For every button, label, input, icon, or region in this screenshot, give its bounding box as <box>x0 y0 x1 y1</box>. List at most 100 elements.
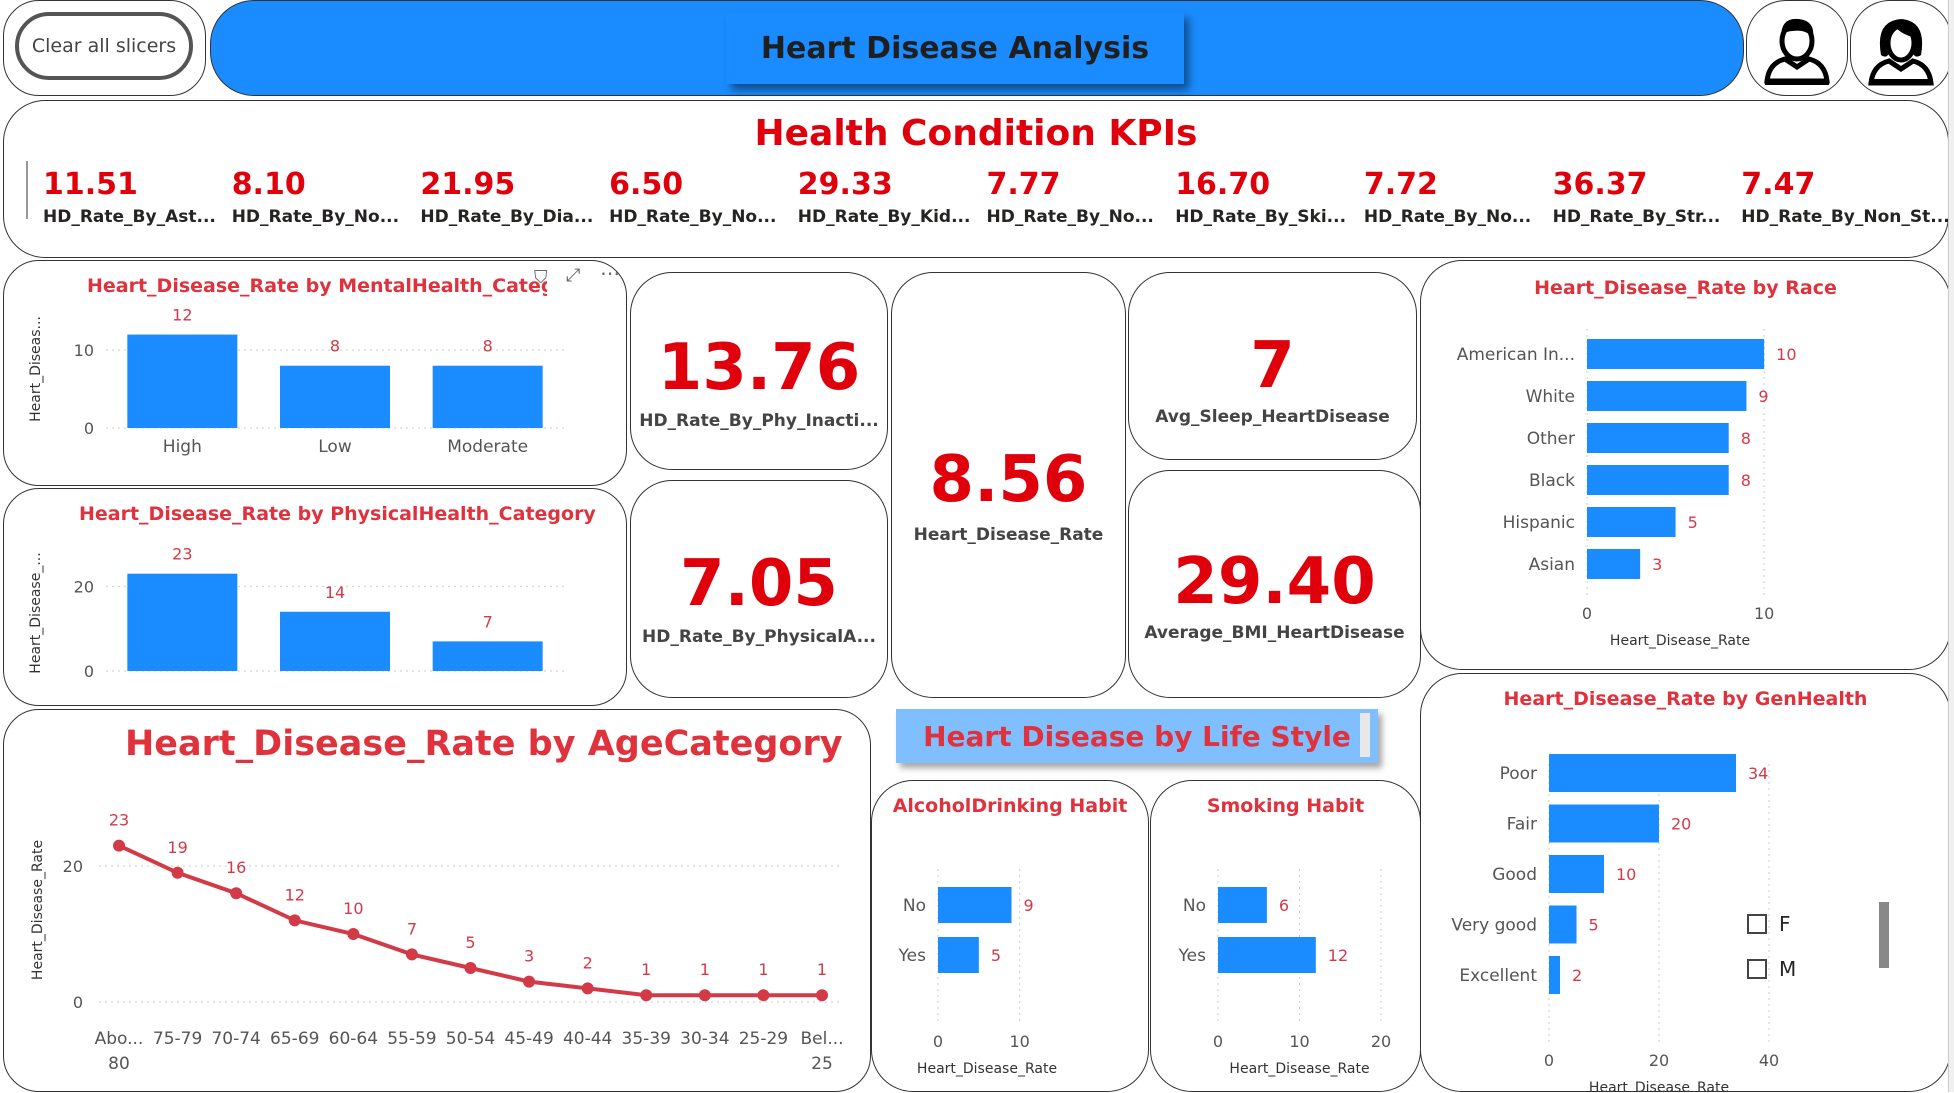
data-label: 12 <box>1328 946 1348 965</box>
race-bar-chart: 0 10 10 American In... 9 White 8 Other 8 Black 5 Hi… <box>1457 329 1797 649</box>
y-tick-label: 0 <box>84 419 94 438</box>
physical-health-chart-card: Heart_Disease_Rate by PhysicalHealth_Cat… <box>3 488 627 706</box>
bar <box>280 611 390 671</box>
bar <box>1587 423 1729 453</box>
x-tick-label: 55-59 <box>387 1029 436 1049</box>
x-tick-label: Low <box>318 437 352 457</box>
kpi-value: 7.47 <box>1741 167 1816 202</box>
x-tick-label: 10 <box>1009 1032 1029 1051</box>
data-label: 1 <box>700 960 710 979</box>
kpi-divider <box>26 161 28 219</box>
card-label: HD_Rate_By_Phy_Inacti... <box>639 411 879 431</box>
male-avatar-icon <box>1764 18 1830 85</box>
kpi-value: 6.50 <box>609 167 684 202</box>
kpi-value: 8.10 <box>231 167 306 202</box>
bar <box>127 334 238 428</box>
kpi-strip-title: Health Condition KPIs <box>754 113 1198 154</box>
card-value: 29.40 <box>1173 545 1376 619</box>
x-tick-label: 25-29 <box>739 1029 788 1049</box>
bar <box>1218 887 1267 923</box>
checkbox-icon[interactable] <box>1747 959 1767 979</box>
data-label: 1 <box>758 960 768 979</box>
x-tick-label: 0 <box>1582 604 1592 623</box>
data-label: 14 <box>325 583 345 602</box>
bar <box>1549 905 1577 944</box>
bar <box>1549 855 1604 893</box>
data-point <box>171 866 184 879</box>
card-value: 7.05 <box>680 547 838 621</box>
genhealth-chart-card: Heart_Disease_Rate by GenHealth 0 20 40 34 P… <box>1420 673 1951 1092</box>
kpi-value: 16.70 <box>1175 167 1271 202</box>
bar <box>432 365 543 428</box>
data-point <box>523 975 536 988</box>
bar <box>432 641 543 671</box>
data-label: 9 <box>1758 387 1768 406</box>
data-label: 6 <box>1279 896 1289 915</box>
female-button[interactable] <box>1850 0 1952 96</box>
bar <box>1587 465 1729 495</box>
data-point <box>113 839 125 852</box>
data-point <box>405 948 418 961</box>
x-tick-label: 40 <box>1759 1051 1779 1070</box>
x-tick-label: 0 <box>1544 1051 1554 1070</box>
data-label: 3 <box>1652 555 1662 574</box>
bar <box>1587 549 1641 579</box>
data-label: 7 <box>483 612 493 631</box>
x-tick-label: 40-44 <box>563 1029 612 1049</box>
kpi-label: HD_Rate_By_Non_St... <box>1741 207 1950 227</box>
race-chart-card: Heart_Disease_Rate by Race 0 10 10 American… <box>1420 260 1951 670</box>
card-label: HD_Rate_By_PhysicalA... <box>642 627 876 647</box>
data-label: 19 <box>167 838 187 857</box>
kpi-value: 7.72 <box>1363 167 1438 202</box>
y-tick-label: Asian <box>1529 555 1575 575</box>
y-axis-title: Heart_Disease_... <box>28 552 44 673</box>
data-label: 7 <box>407 919 417 938</box>
data-label: 23 <box>109 811 129 830</box>
x-tick-label: 10 <box>1754 604 1774 623</box>
data-label: 16 <box>226 858 246 877</box>
y-tick-label: No <box>1183 896 1206 916</box>
bar <box>1218 937 1316 973</box>
kpi-label: HD_Rate_By_Kid... <box>797 207 971 227</box>
data-label: 23 <box>172 545 192 564</box>
data-label: 8 <box>483 337 493 356</box>
data-point <box>288 914 301 927</box>
x-tick-label: 70-74 <box>211 1029 260 1049</box>
clear-slicers-button[interactable]: Clear all slicers <box>15 12 193 80</box>
gender-slicer-option-m[interactable]: M <box>1747 957 1796 981</box>
x-tick-label: Abo... 80 <box>95 1029 144 1074</box>
data-label: 5 <box>465 933 475 952</box>
y-tick-label: Excellent <box>1459 966 1537 986</box>
male-button[interactable] <box>1746 0 1848 96</box>
gender-slicer-option-f[interactable]: F <box>1747 912 1791 936</box>
kpi-label: HD_Rate_By_Str... <box>1552 207 1721 227</box>
y-tick-label: Black <box>1529 471 1575 491</box>
checkbox-icon[interactable] <box>1747 914 1767 934</box>
y-tick-label: Fair <box>1507 815 1537 835</box>
data-point <box>464 962 477 974</box>
data-label: 20 <box>1671 815 1691 834</box>
kpi-label: HD_Rate_By_Dia... <box>420 207 594 227</box>
page-scrollbar[interactable] <box>1948 0 1954 1092</box>
data-label: 10 <box>1776 345 1796 364</box>
x-tick-label: 60-64 <box>329 1029 378 1049</box>
y-tick-label: Yes <box>1178 946 1207 966</box>
phy-inactive-card: 13.76 HD_Rate_By_Phy_Inacti... <box>630 272 888 470</box>
data-label: 1 <box>641 960 651 979</box>
x-tick-label: Moderate <box>447 437 528 457</box>
smoking-chart-card: Smoking Habit 0 10 20 6 No 12 Yes Heart_Disease… <box>1150 780 1421 1092</box>
data-point <box>757 989 770 1002</box>
kpi-value: 36.37 <box>1552 167 1648 202</box>
x-tick-label: 50-54 <box>446 1029 495 1049</box>
data-label: 8 <box>1741 429 1751 448</box>
y-tick-label: 20 <box>63 857 83 876</box>
bar <box>1587 339 1765 369</box>
phy-active-card: 7.05 HD_Rate_By_PhysicalA... <box>630 480 888 698</box>
kpi-value: 7.77 <box>986 167 1061 202</box>
slicer-scrollbar[interactable] <box>1879 902 1889 968</box>
kpi-label: HD_Rate_By_No... <box>986 207 1154 227</box>
page-title-box: Heart Disease Analysis <box>726 12 1184 84</box>
data-label: 10 <box>343 899 363 918</box>
data-label: 8 <box>330 337 340 356</box>
data-label: 12 <box>172 306 192 325</box>
